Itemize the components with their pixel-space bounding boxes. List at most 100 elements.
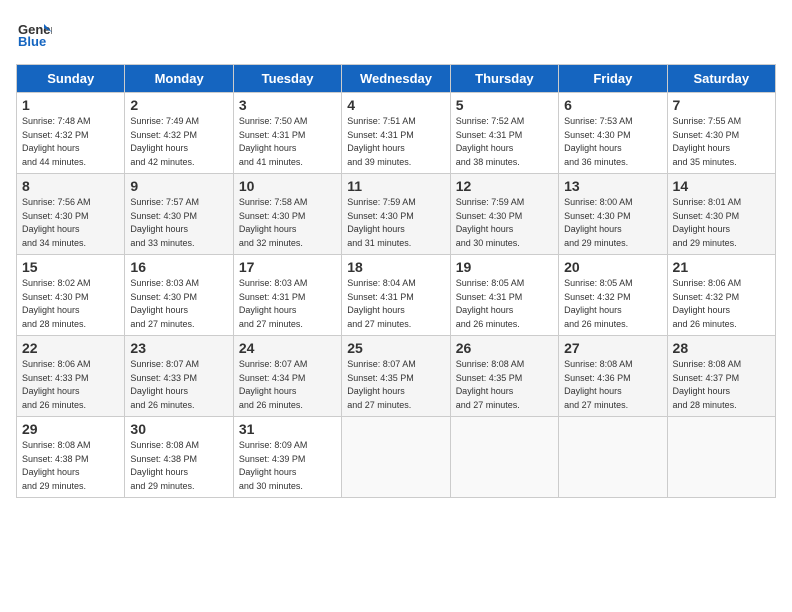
calendar-cell: 6 Sunrise: 7:53 AM Sunset: 4:30 PM Dayli… xyxy=(559,93,667,174)
calendar-cell: 29 Sunrise: 8:08 AM Sunset: 4:38 PM Dayl… xyxy=(17,417,125,498)
calendar-cell: 17 Sunrise: 8:03 AM Sunset: 4:31 PM Dayl… xyxy=(233,255,341,336)
calendar-cell: 7 Sunrise: 7:55 AM Sunset: 4:30 PM Dayli… xyxy=(667,93,775,174)
day-number: 6 xyxy=(564,97,661,113)
day-info: Sunrise: 8:07 AM Sunset: 4:34 PM Dayligh… xyxy=(239,358,336,412)
day-number: 11 xyxy=(347,178,444,194)
calendar-cell: 18 Sunrise: 8:04 AM Sunset: 4:31 PM Dayl… xyxy=(342,255,450,336)
day-number: 1 xyxy=(22,97,119,113)
calendar-cell: 4 Sunrise: 7:51 AM Sunset: 4:31 PM Dayli… xyxy=(342,93,450,174)
day-info: Sunrise: 7:53 AM Sunset: 4:30 PM Dayligh… xyxy=(564,115,661,169)
calendar-cell: 19 Sunrise: 8:05 AM Sunset: 4:31 PM Dayl… xyxy=(450,255,558,336)
calendar-cell: 22 Sunrise: 8:06 AM Sunset: 4:33 PM Dayl… xyxy=(17,336,125,417)
empty-cell xyxy=(667,417,775,498)
day-number: 25 xyxy=(347,340,444,356)
calendar-cell: 31 Sunrise: 8:09 AM Sunset: 4:39 PM Dayl… xyxy=(233,417,341,498)
day-info: Sunrise: 8:07 AM Sunset: 4:35 PM Dayligh… xyxy=(347,358,444,412)
calendar-cell: 30 Sunrise: 8:08 AM Sunset: 4:38 PM Dayl… xyxy=(125,417,233,498)
day-of-week-header: Tuesday xyxy=(233,65,341,93)
day-info: Sunrise: 8:04 AM Sunset: 4:31 PM Dayligh… xyxy=(347,277,444,331)
calendar-cell: 5 Sunrise: 7:52 AM Sunset: 4:31 PM Dayli… xyxy=(450,93,558,174)
day-info: Sunrise: 8:05 AM Sunset: 4:31 PM Dayligh… xyxy=(456,277,553,331)
day-number: 16 xyxy=(130,259,227,275)
day-number: 21 xyxy=(673,259,770,275)
day-info: Sunrise: 8:09 AM Sunset: 4:39 PM Dayligh… xyxy=(239,439,336,493)
day-info: Sunrise: 8:08 AM Sunset: 4:38 PM Dayligh… xyxy=(22,439,119,493)
day-info: Sunrise: 8:02 AM Sunset: 4:30 PM Dayligh… xyxy=(22,277,119,331)
day-info: Sunrise: 7:48 AM Sunset: 4:32 PM Dayligh… xyxy=(22,115,119,169)
calendar-cell: 21 Sunrise: 8:06 AM Sunset: 4:32 PM Dayl… xyxy=(667,255,775,336)
day-number: 24 xyxy=(239,340,336,356)
day-number: 22 xyxy=(22,340,119,356)
day-number: 4 xyxy=(347,97,444,113)
day-info: Sunrise: 7:59 AM Sunset: 4:30 PM Dayligh… xyxy=(456,196,553,250)
day-info: Sunrise: 8:07 AM Sunset: 4:33 PM Dayligh… xyxy=(130,358,227,412)
day-number: 10 xyxy=(239,178,336,194)
day-info: Sunrise: 8:08 AM Sunset: 4:35 PM Dayligh… xyxy=(456,358,553,412)
day-number: 31 xyxy=(239,421,336,437)
day-info: Sunrise: 8:06 AM Sunset: 4:33 PM Dayligh… xyxy=(22,358,119,412)
day-number: 9 xyxy=(130,178,227,194)
day-of-week-header: Saturday xyxy=(667,65,775,93)
empty-cell xyxy=(342,417,450,498)
day-info: Sunrise: 7:59 AM Sunset: 4:30 PM Dayligh… xyxy=(347,196,444,250)
day-number: 27 xyxy=(564,340,661,356)
day-info: Sunrise: 7:52 AM Sunset: 4:31 PM Dayligh… xyxy=(456,115,553,169)
calendar-cell: 11 Sunrise: 7:59 AM Sunset: 4:30 PM Dayl… xyxy=(342,174,450,255)
calendar-cell: 23 Sunrise: 8:07 AM Sunset: 4:33 PM Dayl… xyxy=(125,336,233,417)
calendar-cell: 25 Sunrise: 8:07 AM Sunset: 4:35 PM Dayl… xyxy=(342,336,450,417)
calendar-cell: 15 Sunrise: 8:02 AM Sunset: 4:30 PM Dayl… xyxy=(17,255,125,336)
empty-cell xyxy=(559,417,667,498)
day-number: 7 xyxy=(673,97,770,113)
calendar-cell: 28 Sunrise: 8:08 AM Sunset: 4:37 PM Dayl… xyxy=(667,336,775,417)
empty-cell xyxy=(450,417,558,498)
day-number: 15 xyxy=(22,259,119,275)
day-of-week-header: Wednesday xyxy=(342,65,450,93)
day-info: Sunrise: 7:51 AM Sunset: 4:31 PM Dayligh… xyxy=(347,115,444,169)
day-info: Sunrise: 8:08 AM Sunset: 4:38 PM Dayligh… xyxy=(130,439,227,493)
day-info: Sunrise: 8:06 AM Sunset: 4:32 PM Dayligh… xyxy=(673,277,770,331)
day-info: Sunrise: 7:57 AM Sunset: 4:30 PM Dayligh… xyxy=(130,196,227,250)
logo-icon: General Blue xyxy=(16,16,52,52)
calendar-cell: 9 Sunrise: 7:57 AM Sunset: 4:30 PM Dayli… xyxy=(125,174,233,255)
calendar-header: SundayMondayTuesdayWednesdayThursdayFrid… xyxy=(17,65,776,93)
day-number: 14 xyxy=(673,178,770,194)
day-of-week-header: Friday xyxy=(559,65,667,93)
day-info: Sunrise: 7:58 AM Sunset: 4:30 PM Dayligh… xyxy=(239,196,336,250)
day-info: Sunrise: 7:50 AM Sunset: 4:31 PM Dayligh… xyxy=(239,115,336,169)
calendar-cell: 12 Sunrise: 7:59 AM Sunset: 4:30 PM Dayl… xyxy=(450,174,558,255)
day-number: 19 xyxy=(456,259,553,275)
logo: General Blue xyxy=(16,16,56,52)
day-of-week-header: Monday xyxy=(125,65,233,93)
calendar-cell: 26 Sunrise: 8:08 AM Sunset: 4:35 PM Dayl… xyxy=(450,336,558,417)
calendar-cell: 27 Sunrise: 8:08 AM Sunset: 4:36 PM Dayl… xyxy=(559,336,667,417)
day-number: 23 xyxy=(130,340,227,356)
day-number: 5 xyxy=(456,97,553,113)
day-info: Sunrise: 8:08 AM Sunset: 4:37 PM Dayligh… xyxy=(673,358,770,412)
day-info: Sunrise: 7:56 AM Sunset: 4:30 PM Dayligh… xyxy=(22,196,119,250)
day-number: 18 xyxy=(347,259,444,275)
day-number: 20 xyxy=(564,259,661,275)
day-number: 29 xyxy=(22,421,119,437)
calendar-cell: 2 Sunrise: 7:49 AM Sunset: 4:32 PM Dayli… xyxy=(125,93,233,174)
day-of-week-header: Sunday xyxy=(17,65,125,93)
day-number: 8 xyxy=(22,178,119,194)
calendar-cell: 13 Sunrise: 8:00 AM Sunset: 4:30 PM Dayl… xyxy=(559,174,667,255)
day-info: Sunrise: 8:00 AM Sunset: 4:30 PM Dayligh… xyxy=(564,196,661,250)
day-number: 13 xyxy=(564,178,661,194)
page-header: General Blue xyxy=(16,16,776,52)
calendar-table: SundayMondayTuesdayWednesdayThursdayFrid… xyxy=(16,64,776,498)
day-number: 12 xyxy=(456,178,553,194)
calendar-cell: 24 Sunrise: 8:07 AM Sunset: 4:34 PM Dayl… xyxy=(233,336,341,417)
day-info: Sunrise: 8:01 AM Sunset: 4:30 PM Dayligh… xyxy=(673,196,770,250)
day-number: 28 xyxy=(673,340,770,356)
day-of-week-header: Thursday xyxy=(450,65,558,93)
day-info: Sunrise: 7:49 AM Sunset: 4:32 PM Dayligh… xyxy=(130,115,227,169)
calendar-cell: 14 Sunrise: 8:01 AM Sunset: 4:30 PM Dayl… xyxy=(667,174,775,255)
day-number: 30 xyxy=(130,421,227,437)
calendar-cell: 20 Sunrise: 8:05 AM Sunset: 4:32 PM Dayl… xyxy=(559,255,667,336)
day-number: 3 xyxy=(239,97,336,113)
day-number: 2 xyxy=(130,97,227,113)
day-number: 26 xyxy=(456,340,553,356)
day-info: Sunrise: 7:55 AM Sunset: 4:30 PM Dayligh… xyxy=(673,115,770,169)
day-number: 17 xyxy=(239,259,336,275)
